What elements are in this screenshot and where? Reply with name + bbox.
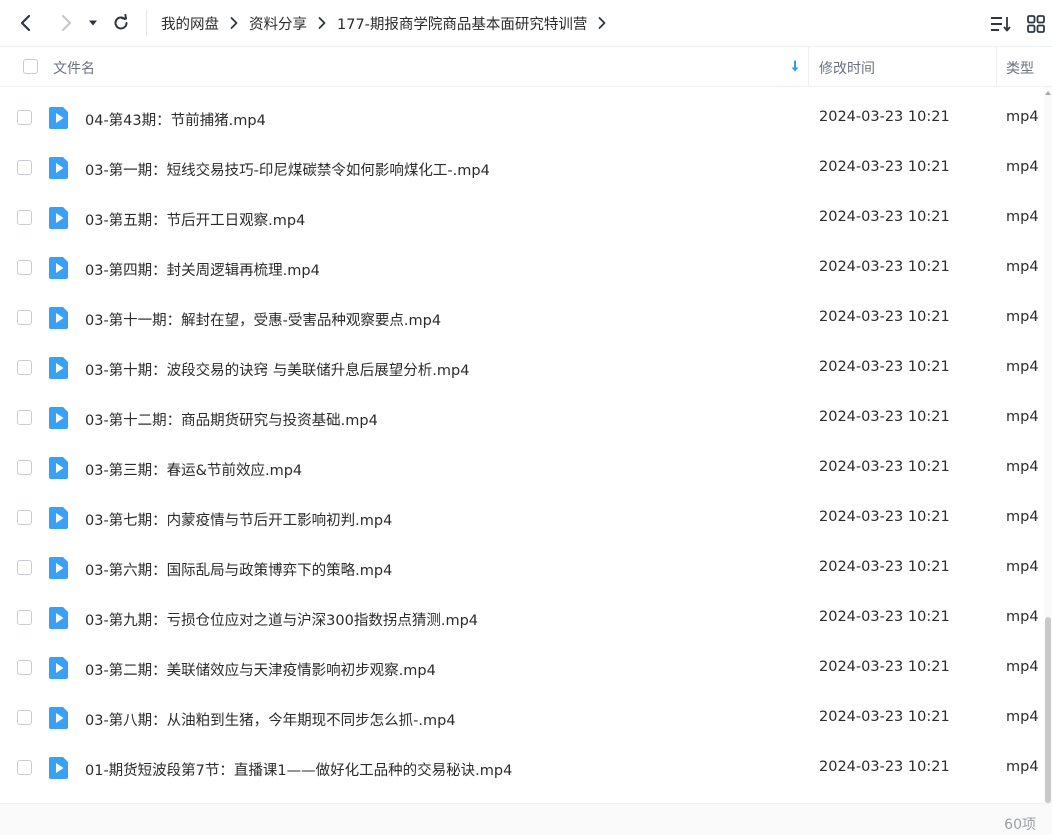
scrollbar-thumb[interactable] [1045,617,1051,803]
row-checkbox[interactable] [17,660,32,675]
row-checkbox[interactable] [17,760,32,775]
row-checkbox[interactable] [17,160,32,175]
status-bar: 60项 [0,803,1052,835]
file-type: mp4 [1006,209,1039,225]
list-item[interactable]: 03-第三期：春运&节前效应.mp4 2024-03-23 10:21 mp4 [0,427,1044,479]
chevron-left-icon [20,14,31,32]
file-type: mp4 [1006,259,1039,275]
list-item[interactable]: 03-第十一期：解封在望，受惠-受害品种观察要点.mp4 2024-03-23 1… [0,277,1044,329]
file-type: mp4 [1006,659,1039,675]
column-header-type[interactable]: 类型 [1006,58,1034,78]
file-modified-time: 2024-03-23 10:21 [819,409,950,425]
file-modified-time: 2024-03-23 10:21 [819,559,950,575]
item-count: 60项 [1004,817,1036,833]
row-checkbox[interactable] [17,110,32,125]
row-checkbox[interactable] [17,210,32,225]
row-checkbox[interactable] [17,510,32,525]
file-type: mp4 [1006,759,1039,775]
column-divider[interactable] [996,47,997,86]
file-modified-time: 2024-03-23 10:21 [819,659,950,675]
video-file-icon [49,757,68,779]
file-modified-time: 2024-03-23 10:21 [819,209,950,225]
breadcrumb-item-current-folder[interactable]: 177-期报商学院商品基本面研究特训营 [337,13,587,34]
toolbar-divider [146,10,147,36]
file-modified-time: 2024-03-23 10:21 [819,759,950,775]
grid-view-button[interactable] [1024,12,1048,36]
list-item[interactable]: 03-第五期：节后开工日观察.mp4 2024-03-23 10:21 mp4 [0,177,1044,229]
row-checkbox[interactable] [17,410,32,425]
row-checkbox[interactable] [17,610,32,625]
breadcrumb-item-shared[interactable]: 资料分享 [249,13,307,34]
column-divider[interactable] [808,47,809,86]
file-modified-time: 2024-03-23 10:21 [819,109,950,125]
list-item[interactable]: 03-第二期：美联储效应与天津疫情影响初步观察.mp4 2024-03-23 10… [0,627,1044,679]
forward-button[interactable] [52,9,80,37]
list-item[interactable]: 03-第七期：内蒙疫情与节后开工影响初判.mp4 2024-03-23 10:21… [0,477,1044,529]
file-list-header: 文件名 修改时间 类型 [0,47,1052,87]
file-type: mp4 [1006,309,1039,325]
list-item[interactable]: 03-第四期：封关周逻辑再梳理.mp4 2024-03-23 10:21 mp4 [0,227,1044,279]
file-type: mp4 [1006,559,1039,575]
vertical-scrollbar[interactable] [1044,87,1052,803]
chevron-right-icon [587,13,617,33]
file-type: mp4 [1006,609,1039,625]
list-item[interactable]: 03-第十期：波段交易的诀窍 与美联储升息后展望分析.mp4 2024-03-23… [0,327,1044,379]
chevron-right-icon [219,13,249,33]
file-name[interactable]: 01-期货短波段第7节：直播课1——做好化工品种的交易秘诀.mp4 [85,759,512,780]
list-item[interactable]: 03-第八期：从油粕到生猪，今年期现不同步怎么抓-.mp4 2024-03-23 … [0,677,1044,729]
list-item[interactable]: 03-第六期：国际乱局与政策博弈下的策略.mp4 2024-03-23 10:21… [0,527,1044,579]
refresh-icon [114,14,128,30]
toolbar: 我的网盘 资料分享 177-期报商学院商品基本面研究特训营 [0,0,1052,47]
netdisk-file-browser: 我的网盘 资料分享 177-期报商学院商品基本面研究特训营 文件名 修改时间 类… [0,0,1052,835]
row-checkbox[interactable] [17,560,32,575]
back-button[interactable] [12,9,40,37]
file-type: mp4 [1006,509,1039,525]
file-modified-time: 2024-03-23 10:21 [819,459,950,475]
scroll-up-arrow[interactable] [1045,91,1051,95]
caret-down-icon [89,20,97,26]
list-item[interactable]: 01-期货短波段第7节：直播课1——做好化工品种的交易秘诀.mp4 2024-03… [0,727,1044,780]
file-modified-time: 2024-03-23 10:21 [819,609,950,625]
sort-list-icon [991,17,1011,32]
list-item[interactable]: 03-第九期：亏损仓位应对之道与沪深300指数拐点猜测.mp4 2024-03-2… [0,577,1044,629]
file-type: mp4 [1006,159,1039,175]
file-type: mp4 [1006,459,1039,475]
file-modified-time: 2024-03-23 10:21 [819,359,950,375]
column-header-name[interactable]: 文件名 [53,58,95,78]
file-type: mp4 [1006,359,1039,375]
file-modified-time: 2024-03-23 10:21 [819,509,950,525]
column-header-modified-time[interactable]: 修改时间 [819,58,875,78]
breadcrumb: 我的网盘 资料分享 177-期报商学院商品基本面研究特训营 [161,0,617,46]
chevron-right-icon [307,13,337,33]
sort-descending-icon[interactable] [788,59,802,75]
file-modified-time: 2024-03-23 10:21 [819,309,950,325]
sort-options-button[interactable] [989,12,1013,36]
row-checkbox[interactable] [17,460,32,475]
file-type: mp4 [1006,109,1039,125]
file-modified-time: 2024-03-23 10:21 [819,709,950,725]
select-all-checkbox[interactable] [23,59,38,74]
file-type: mp4 [1006,409,1039,425]
list-item[interactable]: 03-第一期：短线交易技巧-印尼煤碳禁令如何影响煤化工-.mp4 2024-03-… [0,127,1044,179]
row-checkbox[interactable] [17,360,32,375]
file-modified-time: 2024-03-23 10:21 [819,259,950,275]
file-list: 04-第43期：节前捕猪.mp4 2024-03-23 10:21 mp4 03-第一… [0,87,1044,803]
refresh-button[interactable] [107,9,135,37]
row-checkbox[interactable] [17,260,32,275]
file-type: mp4 [1006,709,1039,725]
list-item[interactable]: 04-第43期：节前捕猪.mp4 2024-03-23 10:21 mp4 [0,87,1044,129]
file-modified-time: 2024-03-23 10:21 [819,159,950,175]
row-checkbox[interactable] [17,310,32,325]
chevron-right-icon [62,15,71,31]
row-checkbox[interactable] [17,710,32,725]
grid-view-icon [1027,15,1045,33]
history-dropdown[interactable] [81,9,105,37]
list-item[interactable]: 03-第十二期：商品期货研究与投资基础.mp4 2024-03-23 10:21 m… [0,377,1044,429]
breadcrumb-item-my-disk[interactable]: 我的网盘 [161,13,219,34]
